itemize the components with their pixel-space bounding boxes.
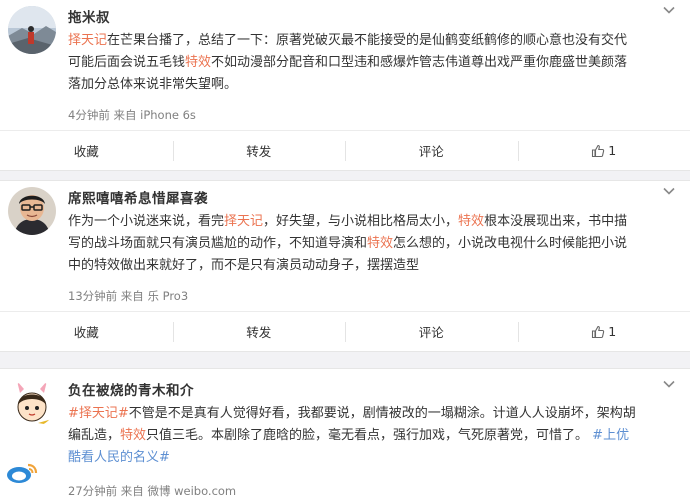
post-text-segment: 在芒果台播了，总结了一下：原著党破灭最不能接受的是仙鹤变纸鹤修的顺心意也没有交代 bbox=[107, 33, 628, 48]
post-meta: 13分钟前 来自 乐 Pro3 bbox=[68, 289, 189, 303]
repost-label: 转发 bbox=[246, 325, 272, 340]
avatar-photo-icon bbox=[8, 6, 56, 54]
comment-button[interactable]: 评论 bbox=[345, 131, 518, 170]
post-text-link[interactable]: 择天记 bbox=[68, 33, 107, 48]
avatar-photo-icon bbox=[8, 187, 56, 235]
post-text-line: 编乱造，特效只值三毛。本剧除了鹿晗的脸，毫无看点，强行加戏，气死原著党，可惜了。… bbox=[68, 425, 678, 447]
post-text-segment: 不管是不是真有人觉得好看，我都要说，剧情被改的一塌糊涂。计道人人设崩坏，架构胡 bbox=[128, 406, 636, 421]
post-card: 负在被烧的青木和介 #择天记#不管是不是真有人觉得好看，我都要说，剧情被改的一塌… bbox=[0, 368, 690, 500]
post-text: #择天记#不管是不是真有人觉得好看，我都要说，剧情被改的一塌糊涂。计道人人设崩坏… bbox=[68, 403, 678, 469]
repost-button[interactable]: 转发 bbox=[172, 131, 346, 170]
post-body: 拖米叔 择天记在芒果台播了，总结了一下：原著党破灭最不能接受的是仙鹤变纸鹤修的顺… bbox=[0, 0, 690, 130]
post-text-link[interactable]: #择天记# bbox=[68, 406, 129, 421]
post-text-segment: 写的战斗场面就只有演员尴尬的动作，不知道导演和 bbox=[68, 236, 368, 251]
collect-button[interactable]: 收藏 bbox=[0, 312, 173, 351]
post-card: 拖米叔 择天记在芒果台播了，总结了一下：原著党破灭最不能接受的是仙鹤变纸鹤修的顺… bbox=[0, 0, 690, 171]
post-meta: 27分钟前 来自 微博 weibo.com bbox=[68, 484, 237, 498]
avatar[interactable] bbox=[8, 6, 56, 54]
weibo-logo-icon bbox=[4, 461, 40, 485]
weibo-feed: 拖米叔 择天记在芒果台播了，总结了一下：原著党破灭最不能接受的是仙鹤变纸鹤修的顺… bbox=[0, 0, 690, 500]
post-text-link[interactable]: 酷看人民的名义# bbox=[68, 450, 170, 465]
post-text-line: #择天记#不管是不是真有人觉得好看，我都要说，剧情被改的一塌糊涂。计道人人设崩坏… bbox=[68, 403, 678, 425]
avatar-cartoon-icon bbox=[8, 379, 56, 427]
post-text-link[interactable]: 择天记 bbox=[224, 214, 263, 229]
collect-button[interactable]: 收藏 bbox=[0, 131, 173, 170]
author-name[interactable]: 拖米叔 bbox=[68, 6, 110, 26]
post-text-line: 落加分总体来说非常失望啊。 bbox=[68, 74, 678, 96]
author-name[interactable]: 席熙嘻嘻希息惜犀喜袭 bbox=[68, 187, 208, 207]
like-button[interactable]: 1 bbox=[517, 312, 690, 351]
post-text-segment: 只值三毛。本剧除了鹿晗的脸，毫无看点，强行加戏，气死原著党，可惜了。 bbox=[146, 428, 593, 443]
post-text-line: 写的战斗场面就只有演员尴尬的动作，不知道导演和特效怎么想的，小说改电视什么时候能… bbox=[68, 233, 678, 255]
post-text-link[interactable]: 特效 bbox=[367, 236, 393, 251]
post-text-link[interactable]: 特效 bbox=[120, 428, 146, 443]
post-body: 席熙嘻嘻希息惜犀喜袭 作为一个小说迷来说，看完择天记，好失望，与小说相比格局太小… bbox=[0, 181, 690, 311]
post-text-segment: 落加分总体来说非常失望啊。 bbox=[68, 77, 238, 92]
collect-label: 收藏 bbox=[73, 144, 99, 159]
comment-label: 评论 bbox=[418, 325, 444, 340]
thumbs-up-icon bbox=[592, 144, 605, 157]
post-card: 席熙嘻嘻希息惜犀喜袭 作为一个小说迷来说，看完择天记，好失望，与小说相比格局太小… bbox=[0, 180, 690, 352]
post-text-line: 作为一个小说迷来说，看完择天记，好失望，与小说相比格局太小，特效根本没展现出来，… bbox=[68, 211, 678, 233]
repost-button[interactable]: 转发 bbox=[172, 312, 346, 351]
post-text-line: 中的特效做出来就好了，而不是只有演员动动身子，摆摆造型 bbox=[68, 255, 678, 277]
post-text-line: 择天记在芒果台播了，总结了一下：原著党破灭最不能接受的是仙鹤变纸鹤修的顺心意也没… bbox=[68, 30, 678, 52]
post-text: 作为一个小说迷来说，看完择天记，好失望，与小说相比格局太小，特效根本没展现出来，… bbox=[68, 211, 678, 277]
chevron-down-icon[interactable] bbox=[662, 184, 676, 198]
post-body: 负在被烧的青木和介 #择天记#不管是不是真有人觉得好看，我都要说，剧情被改的一塌… bbox=[0, 369, 690, 499]
like-count: 1 bbox=[608, 324, 617, 339]
avatar[interactable] bbox=[8, 187, 56, 235]
post-text: 择天记在芒果台播了，总结了一下：原著党破灭最不能接受的是仙鹤变纸鹤修的顺心意也没… bbox=[68, 30, 678, 96]
post-text-line: 酷看人民的名义# bbox=[68, 447, 678, 469]
avatar[interactable] bbox=[8, 379, 56, 427]
post-text-segment: ，好失望，与小说相比格局太小， bbox=[263, 214, 459, 229]
post-text-segment: 作为一个小说迷来说，看完 bbox=[68, 214, 225, 229]
author-name[interactable]: 负在被烧的青木和介 bbox=[68, 379, 194, 399]
action-bar: 收藏 转发 评论 1 bbox=[0, 130, 690, 170]
chevron-down-icon[interactable] bbox=[662, 3, 676, 17]
post-text-segment: 怎么想的，小说改电视什么时候能把小说 bbox=[393, 236, 628, 251]
post-text-segment: 编乱造， bbox=[68, 428, 121, 443]
collect-label: 收藏 bbox=[73, 325, 99, 340]
like-count: 1 bbox=[608, 143, 617, 158]
action-bar: 收藏 转发 评论 1 bbox=[0, 311, 690, 351]
post-text-segment: 根本没展现出来，书中描 bbox=[484, 214, 628, 229]
like-group: 1 bbox=[591, 143, 616, 158]
like-group: 1 bbox=[591, 324, 616, 339]
comment-button[interactable]: 评论 bbox=[345, 312, 518, 351]
comment-label: 评论 bbox=[418, 144, 444, 159]
post-text-segment: 中的特效做出来就好了，而不是只有演员动动身子，摆摆造型 bbox=[68, 258, 420, 273]
post-text-line: 可能后面会说五毛钱特效不如动漫部分配音和口型违和感爆炸管志伟道尊出戏严重你鹿盛世… bbox=[68, 52, 678, 74]
chevron-down-icon[interactable] bbox=[662, 377, 676, 391]
post-text-segment: 可能后面会说五毛钱 bbox=[68, 55, 186, 70]
post-meta: 4分钟前 来自 iPhone 6s bbox=[68, 108, 196, 122]
like-button[interactable]: 1 bbox=[517, 131, 690, 170]
thumbs-up-icon bbox=[592, 325, 605, 338]
repost-label: 转发 bbox=[246, 144, 272, 159]
post-text-link[interactable]: 特效 bbox=[185, 55, 211, 70]
post-text-link[interactable]: 特效 bbox=[458, 214, 484, 229]
post-text-link[interactable]: #上优 bbox=[592, 428, 629, 443]
post-text-segment: 不如动漫部分配音和口型违和感爆炸管志伟道尊出戏严重你鹿盛世美颜落 bbox=[211, 55, 628, 70]
